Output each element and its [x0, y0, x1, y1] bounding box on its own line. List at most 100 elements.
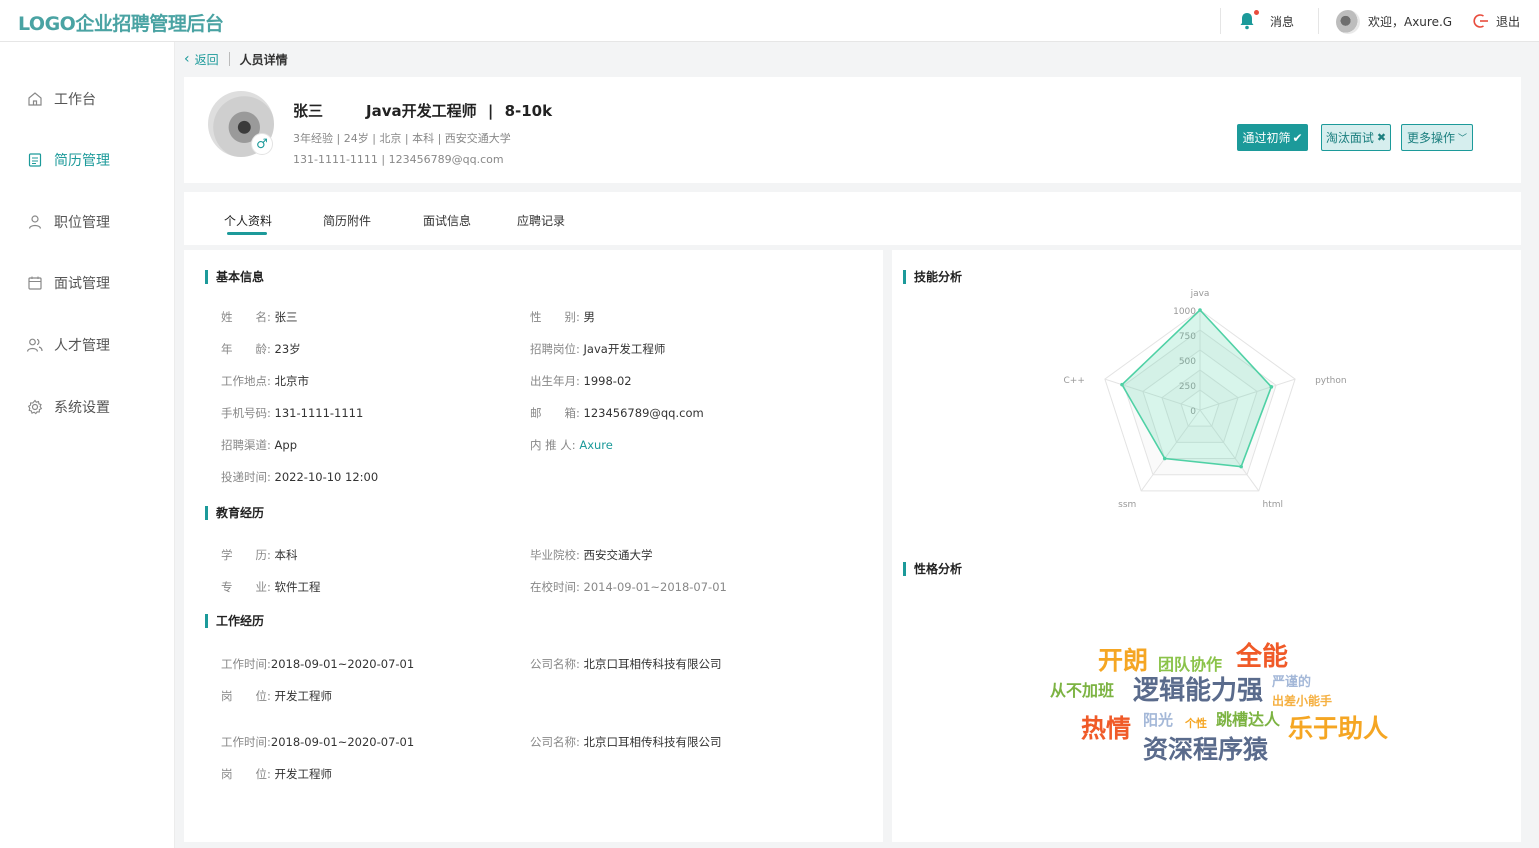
sidebar-item-label: 人才管理 [54, 338, 110, 354]
field-label: 岗 位: [221, 767, 271, 781]
pass-screening-button[interactable]: 通过初筛 ✔ [1237, 124, 1308, 151]
reject-interview-button[interactable]: 淘汰面试 ✖ [1321, 124, 1391, 151]
section-title-education: 教育经历 [205, 506, 264, 520]
analysis-panel: 技能分析 0 250 500 750 1000 java python html ssm C++ … [892, 250, 1521, 842]
field-phone: 手机号码: 131-1111-1111 [221, 405, 363, 421]
word-cloud-item: 跳槽达人 [1216, 710, 1281, 729]
more-actions-button[interactable]: 更多操作 ﹀ [1401, 124, 1473, 151]
sidebar-item-label: 简历管理 [54, 153, 110, 169]
user-avatar[interactable] [1336, 10, 1360, 34]
field-label: 招聘渠道: [221, 438, 271, 452]
word-cloud-item: 资深程序猿 [1143, 735, 1269, 764]
field-label: 招聘岗位: [530, 342, 580, 356]
sidebar-item-label: 系统设置 [54, 400, 110, 416]
field-label: 出生年月: [530, 374, 580, 388]
word-cloud-item: 个性 [1185, 717, 1207, 730]
sidebar-item-interviews[interactable]: 面试管理 [26, 272, 110, 294]
work-entry-post: 岗 位: 开发工程师 [221, 766, 332, 782]
candidate-name: 张三 [293, 102, 324, 120]
word-cloud-item: 从不加班 [1050, 681, 1115, 700]
word-cloud-item: 开朗 [1098, 646, 1149, 675]
divider [1318, 8, 1319, 34]
check-icon: ✔ [1292, 130, 1303, 145]
sidebar-item-positions[interactable]: 职位管理 [26, 211, 110, 233]
field-label: 岗 位: [221, 689, 271, 703]
field-value: 131-1111-1111 [274, 406, 364, 420]
person-icon [26, 213, 44, 231]
field-label: 手机号码: [221, 406, 271, 420]
tab-application-records[interactable]: 应聘记录 [517, 212, 565, 229]
field-value: 北京口耳相传科技有限公司 [583, 657, 722, 671]
personality-word-cloud: 开朗 团队协作 全能 严谨的 从不加班 逻辑能力强 出差小能手 热情 阳光 个性… [892, 250, 1521, 842]
back-link[interactable]: 返回 [195, 51, 219, 68]
home-icon [26, 90, 44, 108]
section-title-basic: 基本信息 [205, 270, 264, 284]
field-age: 年 龄: 23岁 [221, 341, 301, 357]
field-value: 23岁 [274, 342, 301, 356]
tab-profile[interactable]: 个人资料 [224, 212, 272, 229]
field-name: 姓 名: 张三 [221, 309, 298, 325]
field-value: 2018-09-01~2020-07-01 [270, 735, 415, 749]
field-email: 邮 箱: 123456789@qq.com [530, 405, 704, 421]
sidebar-item-settings[interactable]: 系统设置 [26, 396, 110, 418]
field-label: 邮 箱: [530, 406, 580, 420]
app-logo[interactable]: LOGO企业招聘管理后台 [18, 9, 224, 36]
sidebar-item-workbench[interactable]: 工作台 [26, 88, 96, 110]
field-label: 性 别: [530, 310, 580, 324]
field-channel: 招聘渠道: App [221, 437, 297, 453]
field-value: 男 [583, 310, 596, 324]
field-job: 招聘岗位: Java开发工程师 [530, 341, 665, 357]
field-label: 姓 名: [221, 310, 271, 324]
field-value: Java开发工程师 [583, 342, 666, 356]
word-cloud-item: 逻辑能力强 [1133, 676, 1264, 706]
reject-interview-label: 淘汰面试 [1325, 131, 1374, 145]
tab-interview-info[interactable]: 面试信息 [423, 212, 471, 229]
field-birth: 出生年月: 1998-02 [530, 373, 632, 389]
field-label: 工作时间: [221, 657, 271, 671]
active-tab-indicator [227, 232, 267, 235]
field-label: 投递时间: [221, 470, 271, 484]
field-value: 123456789@qq.com [583, 406, 704, 420]
field-value: 2022-10-10 12:00 [274, 470, 379, 484]
divider [228, 52, 230, 66]
work-entry-time: 工作时间:2018-09-01~2020-07-01 [221, 734, 414, 750]
messages-link[interactable]: 消息 [1270, 0, 1294, 42]
logout-icon[interactable] [1473, 13, 1489, 29]
candidate-headline: Java开发工程师 | 8-10k [366, 100, 552, 121]
sidebar-item-resume[interactable]: 简历管理 [26, 149, 110, 171]
sidebar-item-label: 工作台 [54, 92, 96, 108]
field-submit-time: 投递时间: 2022-10-10 12:00 [221, 469, 378, 485]
field-value: App [274, 438, 297, 452]
people-icon [26, 336, 44, 354]
more-actions-label: 更多操作 [1406, 131, 1455, 145]
divider: | [487, 102, 494, 120]
sidebar-item-talent[interactable]: 人才管理 [26, 334, 110, 356]
word-cloud-item: 团队协作 [1158, 655, 1223, 674]
field-school: 毕业院校: 西安交通大学 [530, 547, 653, 563]
top-bar: LOGO企业招聘管理后台 消息 欢迎，Axure.G 退出 [0, 0, 1539, 42]
field-major: 专 业: 软件工程 [221, 579, 321, 595]
field-label: 公司名称: [530, 657, 580, 671]
info-panel: 基本信息 姓 名: 张三 性 别: 男 年 龄: 23岁 招聘岗位: Java开… [184, 250, 883, 842]
word-cloud-item: 阳光 [1143, 711, 1174, 729]
sidebar-item-label: 职位管理 [54, 215, 110, 231]
logout-link[interactable]: 退出 [1496, 0, 1520, 42]
candidate-position: Java开发工程师 [366, 102, 477, 120]
divider [1220, 8, 1221, 34]
field-label: 工作时间: [221, 735, 271, 749]
sidebar-item-label: 面试管理 [54, 276, 110, 292]
gear-icon [26, 398, 44, 416]
field-referrer: 内 推 人: Axure [530, 437, 613, 453]
field-value: 张三 [274, 310, 298, 324]
field-label: 公司名称: [530, 735, 580, 749]
field-label: 年 龄: [221, 342, 271, 356]
referrer-link[interactable]: Axure [579, 438, 613, 452]
section-title-work: 工作经历 [205, 614, 264, 628]
field-label: 专 业: [221, 580, 271, 594]
pass-screening-label: 通过初筛 [1242, 131, 1291, 145]
bell-icon[interactable] [1239, 12, 1255, 30]
chevron-left-icon[interactable]: ‹ [184, 51, 190, 67]
tab-attachments[interactable]: 简历附件 [323, 212, 371, 229]
chevron-down-icon: ﹀ [1458, 134, 1468, 144]
welcome-text[interactable]: 欢迎，Axure.G [1368, 0, 1452, 42]
